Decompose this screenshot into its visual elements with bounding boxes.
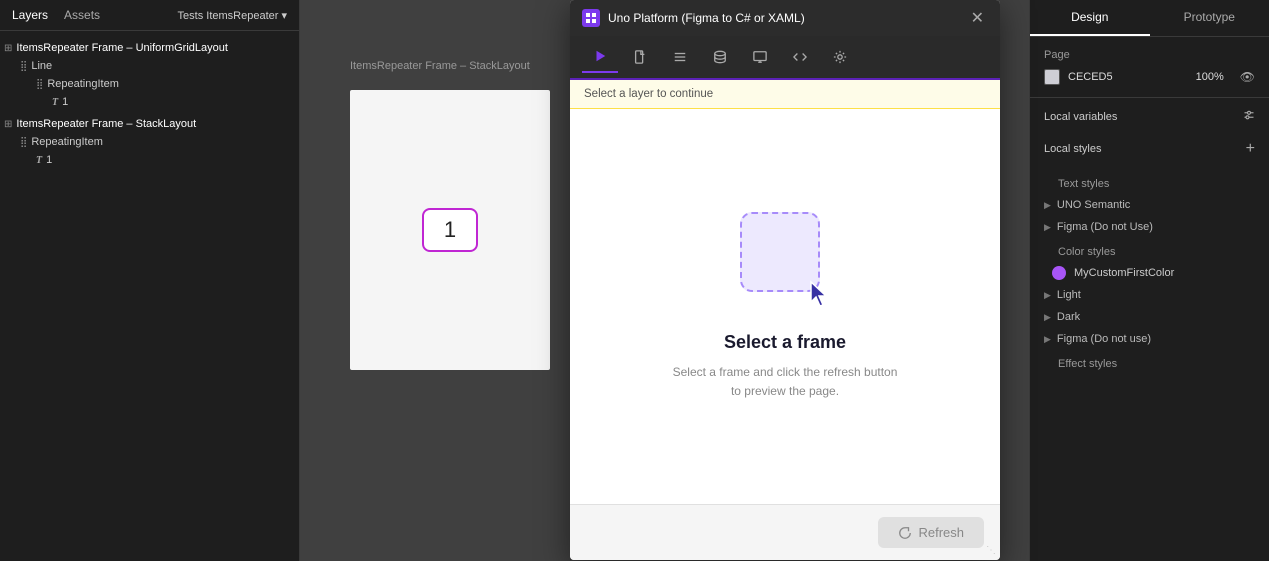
tree-item-t1[interactable]: T 1: [0, 93, 299, 111]
toolbar-preview-button[interactable]: [742, 41, 778, 73]
plugin-modal: Uno Platform (Figma to C# or XAML) ✕: [570, 0, 1000, 560]
modal-body: Select a frame Select a frame and click …: [570, 109, 1000, 504]
resize-handle[interactable]: ⋱: [986, 545, 996, 556]
canvas-frame-label: ItemsRepeater Frame – StackLayout: [350, 60, 530, 72]
text-style-group-figma[interactable]: ▶ Figma (Do not Use): [1044, 216, 1255, 238]
text-style-figma-label: Figma (Do not Use): [1057, 221, 1153, 233]
page-label: Page: [1044, 49, 1255, 61]
text-style-uno-label: UNO Semantic: [1057, 199, 1130, 211]
right-panel: Design Prototype Page CECED5 100% 👁 Loca…: [1029, 0, 1269, 561]
center-canvas: ItemsRepeater Frame – StackLayout 1 Uno …: [300, 0, 1029, 561]
local-variables-header: Local variables: [1030, 98, 1269, 130]
tab-layers[interactable]: Layers: [12, 8, 48, 22]
component-icon: ⣿: [36, 79, 43, 90]
number-badge: 1: [422, 208, 478, 252]
page-color-swatch[interactable]: [1044, 69, 1060, 85]
component-icon: ⣿: [20, 61, 27, 72]
toolbar-settings-button[interactable]: [822, 41, 858, 73]
tree-item-ri1[interactable]: ⣿ RepeatingItem: [0, 75, 299, 93]
frame-preview[interactable]: 1: [350, 90, 550, 370]
modal-titlebar: Uno Platform (Figma to C# or XAML) ✕: [570, 0, 1000, 36]
text-icon: T: [36, 155, 42, 166]
select-frame-heading: Select a frame: [724, 332, 846, 353]
modal-title: Uno Platform (Figma to C# or XAML): [608, 11, 967, 25]
local-variables-label: Local variables: [1044, 111, 1117, 123]
color-style-group-light[interactable]: ▶ Light: [1044, 284, 1255, 306]
color-dot-my-custom: [1052, 266, 1066, 280]
visibility-icon[interactable]: 👁: [1240, 70, 1255, 84]
toolbar-code-button[interactable]: [782, 41, 818, 73]
color-style-group-figma-no-use[interactable]: ▶ Figma (Do not use): [1044, 328, 1255, 350]
local-styles-section: Text styles ▶ UNO Semantic ▶ Figma (Do n…: [1030, 162, 1269, 382]
panel-header: Layers Assets Tests ItemsRepeater ▾: [0, 0, 299, 31]
tab-prototype[interactable]: Prototype: [1150, 0, 1269, 36]
tree-item-root1[interactable]: ⊞ ItemsRepeater Frame – UniformGridLayou…: [0, 39, 299, 57]
cursor-arrow-icon: [807, 280, 831, 308]
breadcrumb-label[interactable]: Tests ItemsRepeater ▾: [178, 9, 287, 22]
color-style-figma-no-use-label: Figma (Do not use): [1057, 333, 1151, 345]
local-styles-header: Local styles +: [1030, 130, 1269, 162]
tree-item-line1[interactable]: ⣿ Line: [0, 57, 299, 75]
modal-close-button[interactable]: ✕: [967, 4, 988, 32]
page-section: Page CECED5 100% 👁: [1030, 37, 1269, 98]
refresh-button[interactable]: Refresh: [878, 517, 984, 548]
left-panel: Layers Assets Tests ItemsRepeater ▾ ⊞ It…: [0, 0, 300, 561]
frame-preview-content: 1: [350, 90, 550, 370]
chevron-right-icon: ▶: [1044, 290, 1051, 301]
chevron-right-icon: ▶: [1044, 312, 1051, 323]
select-frame-illustration: [735, 212, 835, 312]
tab-assets[interactable]: Assets: [64, 8, 100, 22]
modal-footer: Refresh: [570, 504, 1000, 560]
color-style-group-dark[interactable]: ▶ Dark: [1044, 306, 1255, 328]
text-icon: T: [52, 97, 58, 108]
toolbar-file-button[interactable]: [622, 41, 658, 73]
chevron-right-icon: ▶: [1044, 222, 1051, 233]
grid-icon: ⊞: [4, 43, 12, 54]
select-frame-subtext: Select a frame and click the refresh but…: [673, 363, 898, 401]
modal-toolbar: [570, 36, 1000, 80]
right-panel-header: Design Prototype: [1030, 0, 1269, 37]
refresh-label: Refresh: [918, 525, 964, 540]
page-opacity: 100%: [1196, 71, 1224, 83]
chevron-right-icon: ▶: [1044, 200, 1051, 211]
effect-styles-label: Effect styles: [1044, 350, 1255, 374]
text-style-group-uno[interactable]: ▶ UNO Semantic: [1044, 194, 1255, 216]
tree-item-ri2[interactable]: ⣿ RepeatingItem: [0, 133, 299, 151]
color-style-dark-label: Dark: [1057, 311, 1080, 323]
color-style-my-custom-label: MyCustomFirstColor: [1074, 267, 1174, 279]
toolbar-play-button[interactable]: [582, 41, 618, 73]
local-styles-label: Local styles: [1044, 143, 1101, 155]
toolbar-list-button[interactable]: [662, 41, 698, 73]
text-styles-label: Text styles: [1044, 170, 1255, 194]
toolbar-db-button[interactable]: [702, 41, 738, 73]
local-variables-settings-button[interactable]: [1243, 108, 1255, 126]
tree-item-t2[interactable]: T 1: [0, 151, 299, 169]
tab-design[interactable]: Design: [1030, 0, 1150, 36]
layer-tree: ⊞ ItemsRepeater Frame – UniformGridLayou…: [0, 31, 299, 561]
color-style-light-label: Light: [1057, 289, 1081, 301]
page-color-hex: CECED5: [1068, 71, 1113, 83]
page-color-row: CECED5 100% 👁: [1044, 69, 1255, 85]
component-icon: ⣿: [20, 137, 27, 148]
color-style-my-custom[interactable]: MyCustomFirstColor: [1044, 262, 1255, 284]
tree-item-root2[interactable]: ⊞ ItemsRepeater Frame – StackLayout: [0, 115, 299, 133]
color-styles-label: Color styles: [1044, 238, 1255, 262]
grid-icon: ⊞: [4, 119, 12, 130]
chevron-right-icon: ▶: [1044, 334, 1051, 345]
plugin-icon: [582, 9, 600, 27]
modal-notice: Select a layer to continue: [570, 80, 1000, 109]
local-styles-add-button[interactable]: +: [1246, 140, 1255, 158]
